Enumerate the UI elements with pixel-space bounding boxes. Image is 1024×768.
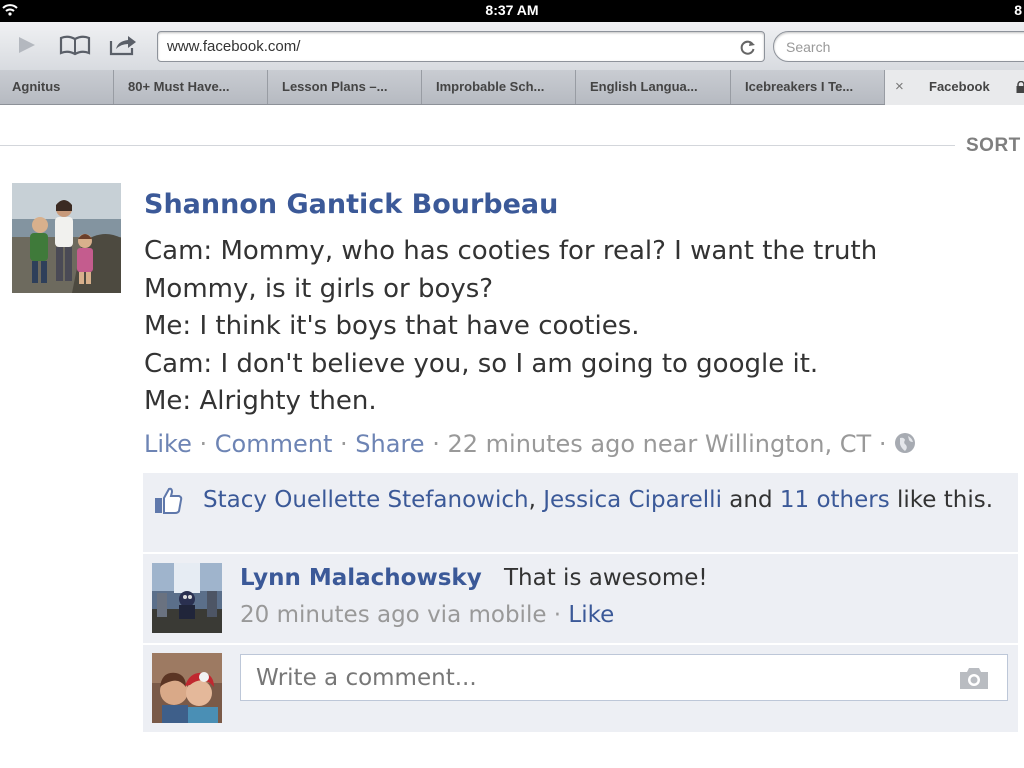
battery-indicator: 8 xyxy=(1014,2,1022,18)
comment-item: Lynn Malachowsky That is awesome! 20 min… xyxy=(143,554,1018,643)
search-field[interactable]: Search xyxy=(773,31,1024,62)
post-actions: Like · Comment · Share · 22 minutes ago … xyxy=(144,430,916,458)
post-line: Cam: I don't believe you, so I am going … xyxy=(144,348,819,379)
author-photo xyxy=(12,183,121,293)
tab-label: 80+ Must Have... xyxy=(128,79,230,94)
post-line: Cam: Mommy, who has cooties for real? I … xyxy=(144,236,878,266)
commenter-avatar[interactable] xyxy=(152,563,222,633)
url-field[interactable]: www.facebook.com/ xyxy=(157,31,765,62)
tab-bar: Agnitus 80+ Must Have... Lesson Plans –.… xyxy=(0,70,1024,105)
comment-text: That is awesome! xyxy=(504,565,708,591)
share-icon[interactable] xyxy=(108,32,138,58)
commenter-name[interactable]: Lynn Malachowsky xyxy=(240,565,482,591)
tab-label: Facebook xyxy=(929,79,990,94)
tab-agnitus[interactable]: Agnitus xyxy=(0,70,114,104)
separator: · xyxy=(432,430,440,458)
page-content: SORT Shannon Gantick Bourbeau Cam: Mommy… xyxy=(0,105,1024,768)
separator: · xyxy=(553,602,562,628)
post-line: Mommy, is it girls or boys? xyxy=(144,273,494,304)
liker-link[interactable]: Stacy Ouellette Stefanowich xyxy=(203,487,529,513)
post-line: Me: I think it's boys that have cooties. xyxy=(144,311,640,341)
comment-link[interactable]: Comment xyxy=(215,430,333,458)
post-text: Cam: Mommy, who has cooties for real? I … xyxy=(144,233,1004,421)
tab-label: English Langua... xyxy=(590,79,698,94)
write-comment-row: Write a comment... xyxy=(143,645,1018,732)
url-text: www.facebook.com/ xyxy=(167,38,301,55)
tab-close-icon[interactable]: × xyxy=(895,70,904,104)
likes-comma: , xyxy=(528,487,536,513)
comment-placeholder: Write a comment... xyxy=(256,665,477,691)
tab-lesson-plans[interactable]: Lesson Plans –... xyxy=(268,70,422,104)
tab-label: Improbable Sch... xyxy=(436,79,545,94)
author-avatar[interactable] xyxy=(12,183,121,293)
status-bar: 8:37 AM 8 xyxy=(0,0,1024,22)
tab-english-language[interactable]: English Langua... xyxy=(576,70,731,104)
tab-facebook[interactable]: × Facebook xyxy=(885,70,1024,105)
bookmarks-icon[interactable] xyxy=(58,32,92,58)
likes-summary: Stacy Ouellette Stefanowich, Jessica Cip… xyxy=(143,473,1018,552)
tab-improbable[interactable]: Improbable Sch... xyxy=(422,70,576,104)
sort-button[interactable]: SORT xyxy=(966,135,1021,157)
reload-icon[interactable] xyxy=(738,37,758,57)
like-link[interactable]: Like xyxy=(144,430,192,458)
thumbs-up-icon xyxy=(155,487,183,514)
divider xyxy=(0,145,955,146)
comment-timestamp: 20 minutes ago via mobile xyxy=(240,602,547,628)
search-placeholder: Search xyxy=(786,39,831,55)
comment-meta: 20 minutes ago via mobile · Like xyxy=(240,602,614,628)
post-timestamp[interactable]: 22 minutes ago near Willington, CT xyxy=(447,430,871,458)
tab-must-have[interactable]: 80+ Must Have... xyxy=(114,70,268,104)
user-avatar xyxy=(152,653,222,723)
browser-toolbar: www.facebook.com/ Search xyxy=(0,22,1024,70)
comment-input[interactable]: Write a comment... xyxy=(240,654,1008,701)
tab-icebreakers[interactable]: Icebreakers I Te... xyxy=(731,70,885,104)
post-line: Me: Alrighty then. xyxy=(144,386,377,416)
share-link[interactable]: Share xyxy=(355,430,424,458)
tab-label: Lesson Plans –... xyxy=(282,79,388,94)
separator: · xyxy=(340,430,348,458)
separator: · xyxy=(878,430,887,458)
tab-label: Icebreakers I Te... xyxy=(745,79,854,94)
tab-label: Agnitus xyxy=(12,79,61,94)
status-time: 8:37 AM xyxy=(485,2,539,18)
back-icon[interactable] xyxy=(14,32,38,58)
camera-icon[interactable] xyxy=(957,665,991,691)
post-author-name[interactable]: Shannon Gantick Bourbeau xyxy=(144,189,558,220)
separator: · xyxy=(199,430,208,458)
others-link[interactable]: 11 others xyxy=(780,487,890,513)
comment-like-link[interactable]: Like xyxy=(568,602,614,628)
likes-suffix: like this. xyxy=(897,487,994,513)
likes-and: and xyxy=(729,487,773,513)
likes-text: Stacy Ouellette Stefanowich, Jessica Cip… xyxy=(203,485,1003,516)
liker-link[interactable]: Jessica Ciparelli xyxy=(543,487,722,513)
lock-icon xyxy=(1016,81,1024,93)
user-photo xyxy=(152,653,222,723)
globe-icon xyxy=(895,433,916,453)
commenter-photo xyxy=(152,563,222,633)
